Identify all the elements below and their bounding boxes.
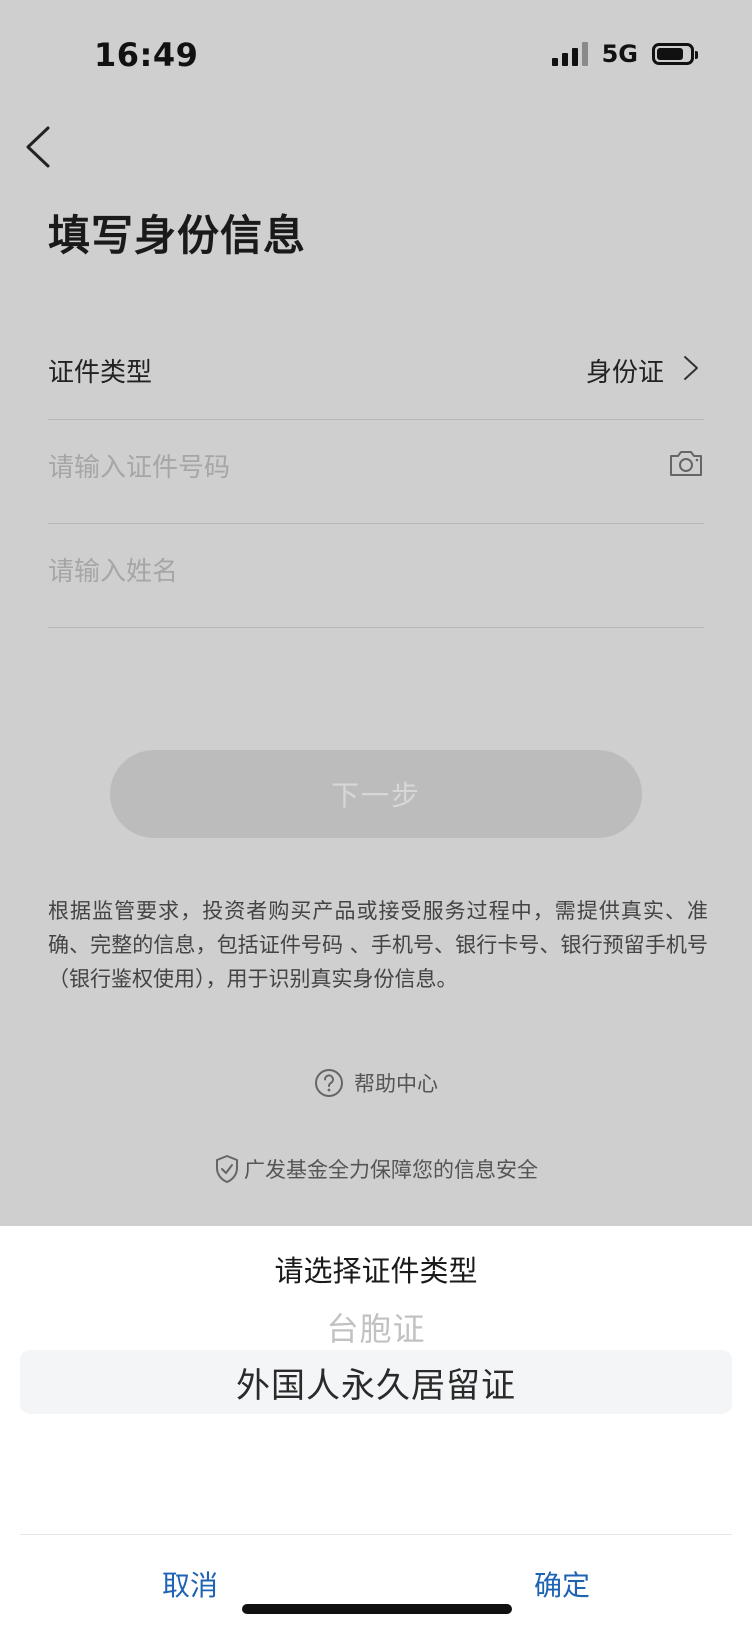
- page-title: 填写身份信息: [48, 211, 307, 260]
- cancel-button[interactable]: 取消: [140, 1564, 240, 1604]
- id-number-input[interactable]: [48, 446, 608, 490]
- signal-icon: [551, 42, 588, 66]
- home-indicator: [242, 1604, 512, 1614]
- disclaimer-text: 根据监管要求，投资者购买产品或接受服务过程中，需提供真实、准确、完整的信息，包括…: [48, 899, 708, 991]
- picker-option[interactable]: 台胞证: [0, 1304, 752, 1350]
- camera-icon[interactable]: [668, 448, 704, 478]
- question-circle-icon: [315, 1069, 343, 1097]
- name-input[interactable]: [48, 550, 608, 594]
- security-note: 广发基金全力保障您的信息安全: [0, 1154, 752, 1184]
- id-number-row: [48, 420, 704, 524]
- next-step-button[interactable]: 下一步: [110, 750, 642, 838]
- identity-form-screen: 16:49 5G 填写身份信息 证件类型 身份证 下一步 根据监管要求，投资者购…: [0, 0, 752, 1630]
- security-note-label: 广发基金全力保障您的信息安全: [244, 1158, 538, 1182]
- shield-check-icon: [216, 1155, 238, 1183]
- confirm-button[interactable]: 确定: [512, 1564, 612, 1604]
- id-type-value: 身份证: [585, 358, 664, 388]
- picker-divider: [20, 1534, 732, 1535]
- battery-icon: [652, 43, 698, 65]
- status-time: 16:49: [94, 36, 199, 74]
- id-type-picker-sheet: 请选择证件类型 台胞证 外国人永久居留证 取消 确定: [0, 1226, 752, 1630]
- help-center-label: 帮助中心: [354, 1072, 438, 1096]
- back-button[interactable]: [20, 122, 64, 172]
- id-type-label: 证件类型: [48, 358, 153, 388]
- network-label: 5G: [601, 40, 638, 68]
- name-row: [48, 524, 704, 628]
- picker-title: 请选择证件类型: [274, 1254, 478, 1288]
- chevron-right-icon: [684, 356, 698, 380]
- id-type-row[interactable]: 证件类型 身份证: [48, 316, 704, 420]
- status-indicators: 5G: [551, 40, 698, 68]
- help-center-link[interactable]: 帮助中心: [0, 1068, 752, 1098]
- chevron-left-icon: [26, 126, 50, 168]
- picker-option-selected[interactable]: 外国人永久居留证: [0, 1358, 752, 1407]
